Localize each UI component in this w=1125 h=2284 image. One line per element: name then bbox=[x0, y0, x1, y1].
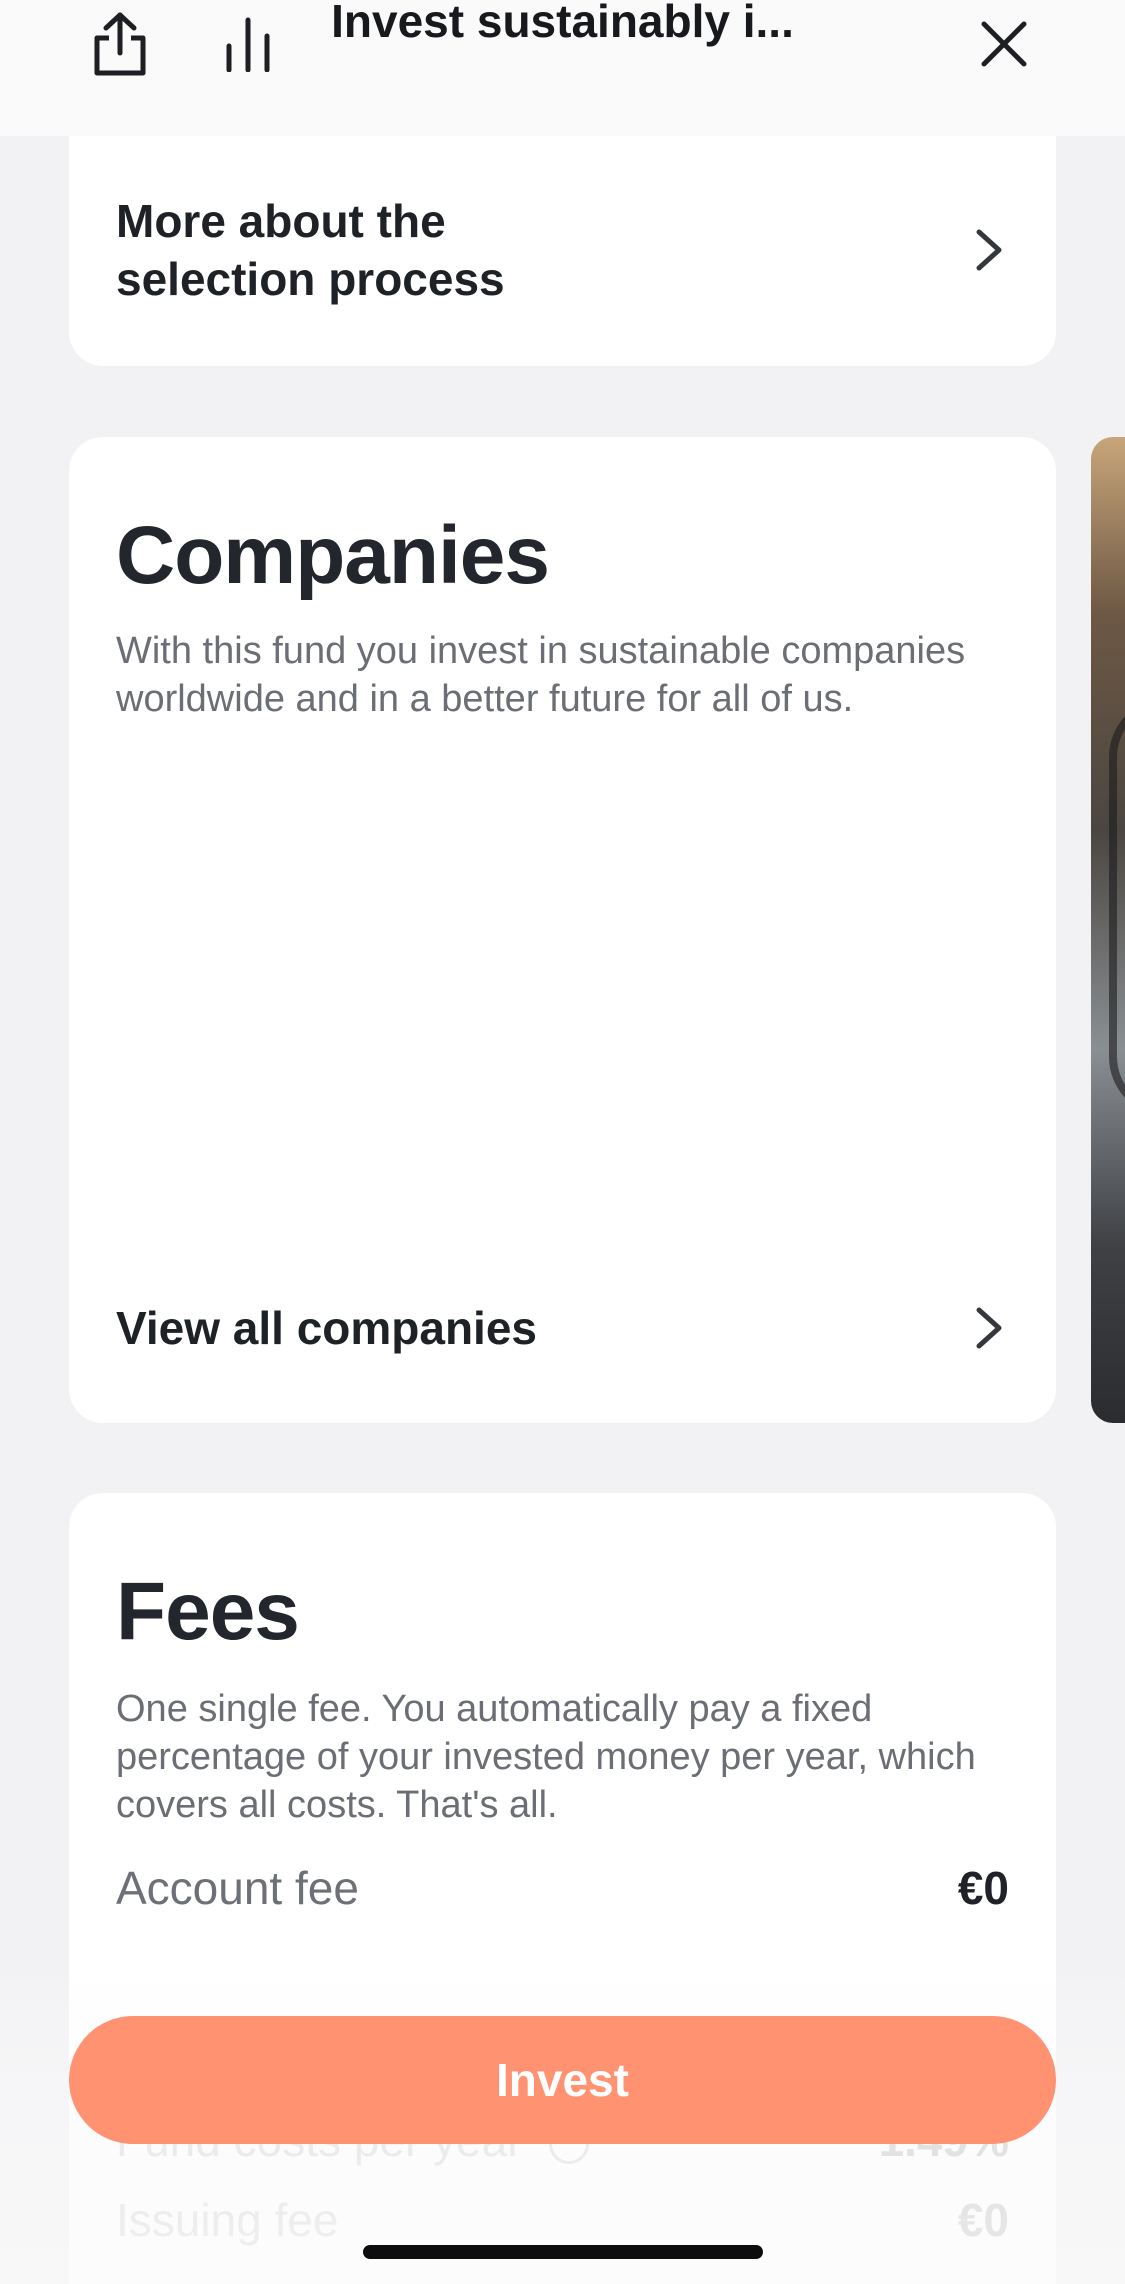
bicycle-wheel-image bbox=[1109, 697, 1125, 1117]
fee-label: Issuing fee bbox=[116, 2194, 339, 2246]
fees-description: One single fee. You automatically pay a … bbox=[116, 1688, 976, 1826]
top-bar: Invest sustainably i... bbox=[0, 0, 1125, 136]
fees-card: Fees One single fee. You automatically p… bbox=[69, 1493, 1056, 2284]
chevron-right-icon bbox=[969, 1307, 1009, 1349]
invest-button[interactable]: Invest bbox=[69, 2016, 1056, 2144]
page: Invest sustainably i... More about the s… bbox=[0, 0, 1125, 2284]
fees-title: Fees bbox=[116, 1566, 300, 1657]
stats-button[interactable] bbox=[208, 6, 288, 86]
fee-value: €0 bbox=[957, 2194, 1009, 2246]
selection-process-link[interactable]: More about the selection process bbox=[116, 192, 1009, 308]
view-all-companies-link[interactable]: View all companies bbox=[116, 1299, 1009, 1357]
chevron-right-icon bbox=[969, 229, 1009, 271]
home-indicator[interactable] bbox=[363, 2245, 763, 2259]
next-card-image[interactable] bbox=[1091, 437, 1125, 1423]
view-all-companies-label: View all companies bbox=[116, 1302, 538, 1354]
fee-label: Account fee bbox=[116, 1862, 359, 1914]
close-icon bbox=[980, 20, 1028, 73]
fee-row-account: Account fee €0 bbox=[116, 1861, 1009, 1915]
bar-chart-icon bbox=[223, 16, 273, 77]
companies-title: Companies bbox=[116, 510, 550, 601]
companies-description: With this fund you invest in sustainable… bbox=[116, 630, 966, 720]
fee-row-issuing: Issuing fee €0 bbox=[116, 2193, 1009, 2247]
page-title: Invest sustainably i... bbox=[331, 0, 794, 47]
share-button[interactable] bbox=[80, 6, 160, 86]
fee-value: €0 bbox=[957, 1862, 1009, 1914]
share-icon bbox=[91, 11, 149, 82]
close-button[interactable] bbox=[964, 6, 1044, 86]
selection-process-card: More about the selection process bbox=[69, 100, 1056, 366]
selection-process-label: More about the selection process bbox=[116, 195, 505, 305]
companies-card: Companies With this fund you invest in s… bbox=[69, 437, 1056, 1423]
